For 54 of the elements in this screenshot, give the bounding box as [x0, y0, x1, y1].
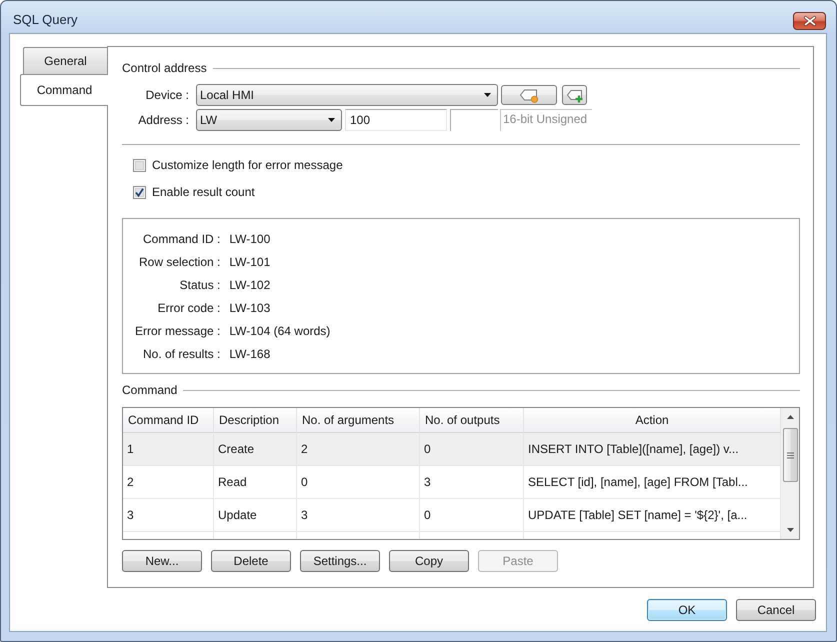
data-format-field: 16-bit Unsigned [500, 109, 592, 131]
caret-icon [484, 93, 491, 97]
table-row[interactable]: 1 Create 2 0 INSERT INTO [Table]([name], [age]) v... [123, 433, 781, 466]
address-label: No. of results : [142, 346, 220, 360]
checkbox-label[interactable]: Enable result count [152, 185, 255, 199]
checkbox[interactable] [133, 158, 146, 172]
delete-button[interactable]: Delete [211, 550, 291, 572]
table-row[interactable]: 3 Update 3 0 UPDATE [Table] SET [name] = '${2}', [a... [123, 499, 781, 532]
address-type-dropdown[interactable]: LW [196, 109, 342, 131]
scroll-down-icon[interactable] [786, 528, 794, 532]
settings-button[interactable]: Settings... [300, 550, 380, 572]
new-button[interactable]: New... [122, 550, 202, 572]
address-value: LW-103 [229, 300, 272, 314]
checkbox-label[interactable]: Customize length for error message [152, 158, 343, 172]
device-dropdown[interactable]: Local HMI [196, 84, 498, 106]
address-value: LW-100 [229, 232, 272, 246]
address-label: Error message : [135, 324, 220, 338]
address-value: LW-102 [229, 278, 272, 292]
tag-plus-icon [566, 88, 584, 102]
address-label: Status : [180, 278, 220, 292]
table-cell: Update [214, 499, 297, 532]
grip-icon [786, 452, 794, 458]
caret-icon [328, 118, 335, 122]
add-tag-button[interactable] [562, 85, 587, 105]
address-label: Command ID : [143, 232, 220, 246]
checkbox[interactable] [133, 186, 146, 198]
address-value: LW-168 [229, 346, 272, 360]
address-value: LW-104 (64 words) [229, 324, 330, 338]
input-field[interactable] [450, 109, 498, 131]
field-label: Device : [144, 88, 189, 102]
tag-button[interactable] [501, 85, 557, 105]
table-cell: 0 [420, 499, 524, 532]
tab[interactable]: Command [20, 74, 108, 106]
address-label: Error code : [158, 300, 220, 314]
ok-button[interactable]: OK [647, 599, 727, 621]
address-field[interactable]: 100 [345, 109, 447, 131]
close-button[interactable] [793, 12, 826, 30]
close-icon [804, 16, 816, 26]
tab[interactable]: General [23, 47, 107, 74]
scroll-up-icon[interactable] [786, 415, 794, 419]
cancel-button[interactable]: Cancel [736, 599, 816, 621]
field-label: Address : [137, 113, 189, 127]
scrollbar[interactable] [781, 408, 799, 539]
tag-icon [519, 88, 539, 102]
copy-button[interactable]: Copy [389, 550, 469, 572]
group-title: Control address [122, 61, 207, 75]
address-label: Row selection : [138, 254, 220, 268]
table-row[interactable]: 2 Read 0 3 SELECT [id], [name], [age] FROM [Tabl... [123, 466, 781, 499]
group-title: Command [122, 383, 178, 397]
table-cell: 3 [297, 499, 420, 532]
scrollbar-thumb[interactable] [782, 428, 798, 482]
window-title: SQL Query [13, 12, 78, 28]
address-value: LW-101 [229, 254, 272, 268]
table-cell: 3 [123, 499, 214, 532]
